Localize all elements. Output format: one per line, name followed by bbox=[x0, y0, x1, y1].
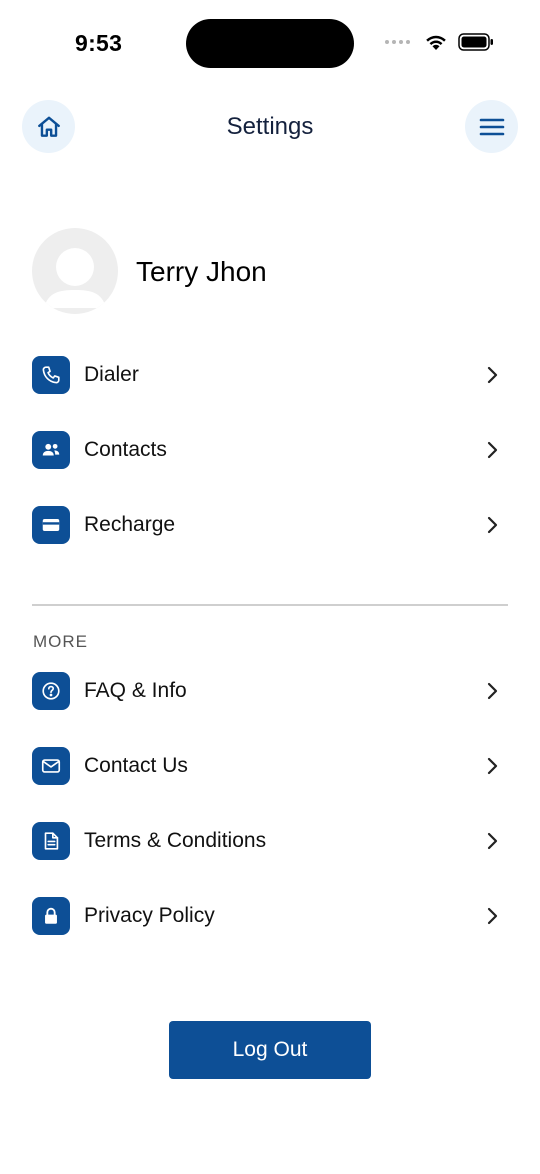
settings-item-dialer[interactable]: Dialer bbox=[32, 355, 508, 395]
chevron-right-icon bbox=[487, 682, 498, 700]
card-icon bbox=[32, 506, 70, 544]
lock-icon bbox=[32, 897, 70, 935]
settings-item-label: Privacy Policy bbox=[84, 904, 215, 927]
settings-item-label: FAQ & Info bbox=[84, 679, 187, 702]
profile-name: Terry Jhon bbox=[136, 256, 267, 287]
settings-item-privacy[interactable]: Privacy Policy bbox=[32, 896, 508, 936]
section-divider bbox=[32, 604, 508, 606]
question-icon bbox=[32, 672, 70, 710]
chevron-right-icon bbox=[487, 757, 498, 775]
user-placeholder-icon bbox=[44, 248, 106, 308]
status-icons bbox=[385, 33, 494, 51]
chevron-right-icon bbox=[487, 516, 498, 534]
chevron-right-icon bbox=[487, 441, 498, 459]
chevron-right-icon bbox=[487, 366, 498, 384]
settings-item-label: Dialer bbox=[84, 363, 139, 386]
hamburger-menu-icon bbox=[479, 118, 504, 135]
logout-button[interactable]: Log Out bbox=[169, 1021, 371, 1079]
settings-item-label: Recharge bbox=[84, 513, 176, 536]
dynamic-island bbox=[186, 19, 354, 68]
settings-item-contacts[interactable]: Contacts bbox=[32, 430, 508, 470]
chevron-right-icon bbox=[487, 907, 498, 925]
settings-screen: 9:53 Settings Terry Jhon Dialer Contacts… bbox=[0, 0, 540, 1174]
menu-button[interactable] bbox=[465, 100, 518, 153]
settings-item-label: Contact Us bbox=[84, 754, 188, 777]
wifi-icon bbox=[426, 35, 446, 50]
settings-item-contact-us[interactable]: Contact Us bbox=[32, 746, 508, 786]
settings-item-terms[interactable]: Terms & Conditions bbox=[32, 821, 508, 861]
battery-icon bbox=[458, 33, 493, 51]
mail-icon bbox=[32, 747, 70, 785]
page-title: Settings bbox=[226, 113, 314, 140]
settings-item-label: Terms & Conditions bbox=[84, 829, 267, 852]
phone-icon bbox=[32, 356, 70, 394]
section-title-more: MORE bbox=[33, 632, 88, 651]
settings-item-faq[interactable]: FAQ & Info bbox=[32, 671, 508, 711]
people-icon bbox=[32, 431, 70, 469]
status-time: 9:53 bbox=[75, 30, 123, 56]
cellular-signal-icon bbox=[385, 40, 410, 44]
chevron-right-icon bbox=[487, 832, 498, 850]
avatar[interactable] bbox=[32, 228, 118, 314]
settings-item-recharge[interactable]: Recharge bbox=[32, 505, 508, 545]
document-icon bbox=[32, 822, 70, 860]
settings-item-label: Contacts bbox=[84, 438, 167, 461]
